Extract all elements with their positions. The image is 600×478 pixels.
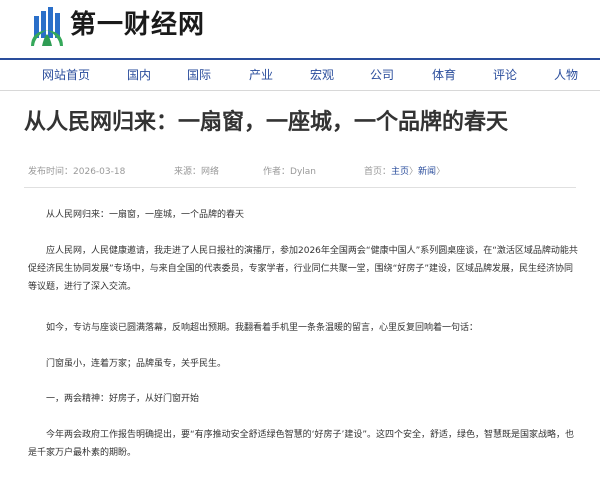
breadcrumb-end-separator: 〉 — [436, 167, 446, 177]
article-paragraph-4: 门窗虽小，连着万家；品牌虽专，关乎民生。 — [46, 359, 227, 369]
main-nav: 网站首页 国内 国际 产业 宏观 公司 体育 评论 人物 — [0, 60, 600, 91]
source-value: 网络 — [201, 167, 220, 177]
nav-item-industry[interactable]: 产业 — [249, 60, 273, 90]
site-name[interactable]: 第一财经网 — [70, 9, 205, 41]
meta-divider — [24, 187, 576, 188]
article-title: 从人民网归来：一扇窗，一座城，一个品牌的春天 — [24, 110, 509, 135]
breadcrumb: 首页：主页〉新闻〉 — [364, 166, 445, 178]
nav-item-domestic[interactable]: 国内 — [127, 60, 151, 90]
nav-item-home[interactable]: 网站首页 — [42, 60, 90, 90]
author-label: 作者： — [263, 167, 291, 177]
article-paragraph-1: 从人民网归来：一扇窗，一座城，一个品牌的春天 — [46, 210, 245, 220]
breadcrumb-home-link[interactable]: 主页 — [391, 167, 409, 177]
nav-item-international[interactable]: 国际 — [187, 60, 211, 90]
article-paragraph-5: 一，两会精神：好房子，从好门窗开始 — [46, 394, 200, 404]
nav-item-company[interactable]: 公司 — [370, 60, 394, 90]
article-paragraph-6: 今年两会政府工作报告明确提出，要“有序推动安全舒适绿色智慧的‘好房子’建设”。这… — [28, 430, 575, 458]
publish-time-label: 发布时间： — [28, 167, 74, 177]
article-author: 作者：Dylan — [263, 166, 316, 178]
nav-item-commentary[interactable]: 评论 — [493, 60, 517, 90]
article-source: 来源：网络 — [174, 166, 219, 178]
nav-item-sports[interactable]: 体育 — [432, 60, 456, 90]
site-logo-icon[interactable] — [28, 6, 66, 46]
publish-time: 发布时间：2026-03-18 — [28, 166, 125, 178]
nav-item-macro[interactable]: 宏观 — [310, 60, 334, 90]
article-paragraph-2: 应人民网，人民健康邀请，我走进了人民日报社的演播厅，参加2026年全国两会“健康… — [28, 246, 578, 292]
breadcrumb-separator: 〉 — [409, 167, 419, 177]
breadcrumb-label: 首页： — [364, 167, 392, 177]
nav-item-people[interactable]: 人物 — [554, 60, 578, 90]
source-label: 来源： — [174, 167, 202, 177]
author-value: Dylan — [290, 167, 316, 177]
article-paragraph-3: 如今，专访与座谈已圆满落幕，反响超出预期。我翻看着手机里一条条温暖的留言，心里反… — [46, 323, 479, 333]
site-header: 第一财经网 — [0, 0, 600, 58]
breadcrumb-news-link[interactable]: 新闻 — [418, 167, 436, 177]
publish-time-value: 2026-03-18 — [73, 167, 126, 177]
